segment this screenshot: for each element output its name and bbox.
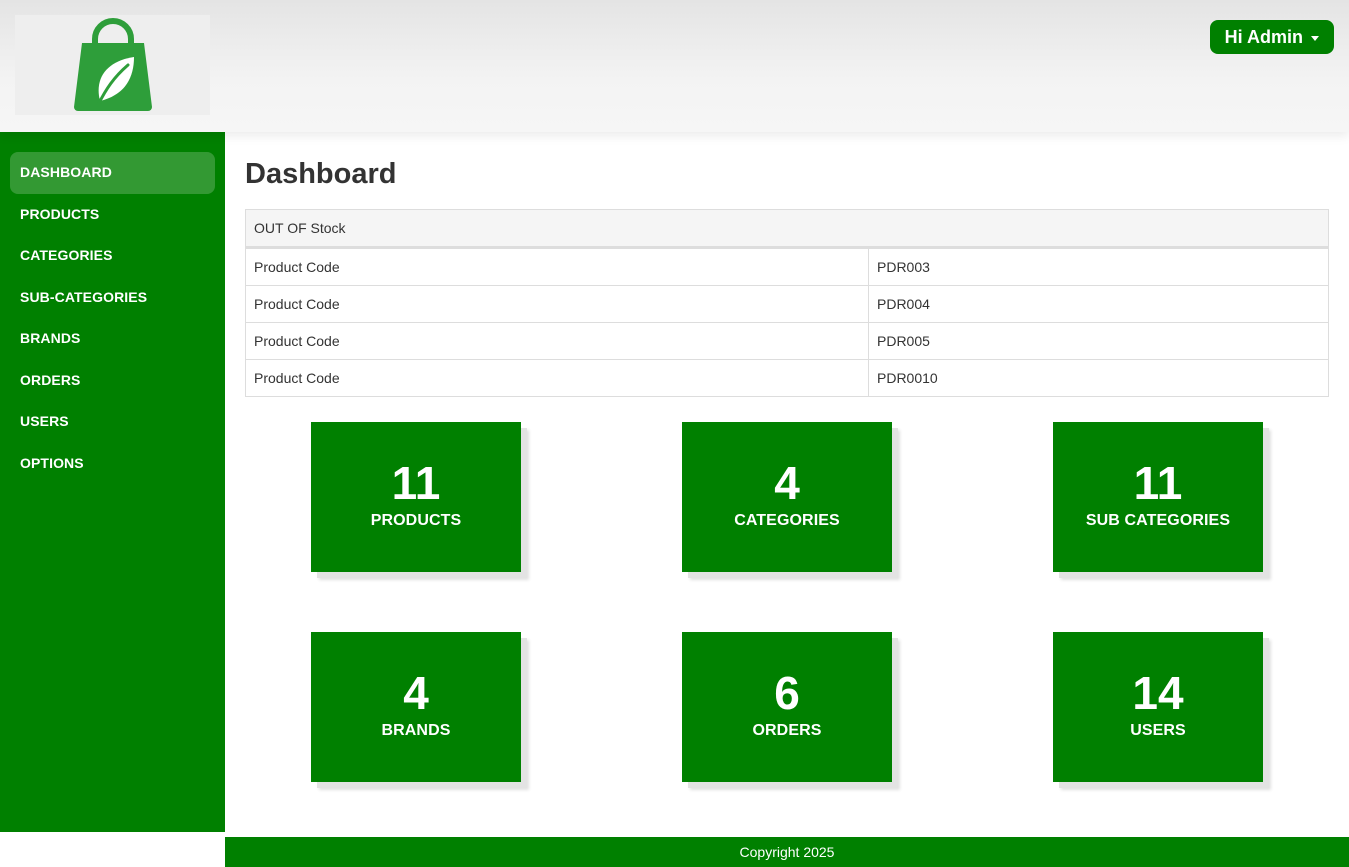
caret-down-icon: [1311, 35, 1319, 41]
user-menu-button[interactable]: Hi Admin: [1209, 20, 1334, 54]
orders-count-card[interactable]: 6 ORDERS: [682, 632, 892, 782]
sidebar-item-users[interactable]: USERS: [10, 401, 215, 443]
card-count: 4: [774, 457, 800, 509]
row-label: Product Code: [246, 360, 869, 396]
row-label: Product Code: [246, 323, 869, 359]
footer: Copyright 2025: [225, 837, 1349, 867]
card-label: SUB CATEGORIES: [1085, 512, 1231, 529]
card-label: BRANDS: [381, 722, 451, 739]
page-title: Dashboard: [245, 158, 397, 190]
card-label: PRODUCTS: [370, 512, 462, 529]
out-of-stock-table: OUT OF Stock Product Code PDR003 Product…: [245, 209, 1329, 397]
sidebar-item-dashboard[interactable]: DASHBOARD: [10, 152, 215, 194]
sidebar-item-orders[interactable]: ORDERS: [10, 360, 215, 402]
card-count: 4: [403, 667, 429, 719]
sidebar-item-options[interactable]: OPTIONS: [10, 443, 215, 485]
card-label: CATEGORIES: [734, 512, 840, 529]
user-menu-label: Hi Admin: [1224, 26, 1303, 47]
product-code-value: PDR005: [877, 333, 930, 349]
shopping-bag-leaf-icon: [73, 18, 152, 111]
sidebar-item-products[interactable]: PRODUCTS: [10, 194, 215, 236]
main-content: Dashboard OUT OF Stock Product Code PDR0…: [245, 132, 1329, 397]
logo[interactable]: [15, 15, 210, 115]
row-label: Product Code: [246, 249, 869, 285]
table-row: Product Code PDR005: [246, 322, 1328, 359]
sidebar-item-categories[interactable]: CATEGORIES: [10, 235, 215, 277]
card-label: USERS: [1130, 722, 1186, 739]
product-code-value: PDR003: [877, 259, 930, 275]
table-row: Product Code PDR003: [246, 248, 1328, 285]
card-count: 11: [1133, 457, 1183, 509]
product-code-value: PDR0010: [877, 370, 938, 386]
card-count: 6: [774, 667, 800, 719]
table-heading: OUT OF Stock: [246, 210, 1328, 248]
header: Hi Admin: [0, 0, 1349, 132]
table-row: Product Code PDR0010: [246, 359, 1328, 396]
products-count-card[interactable]: 11 PRODUCTS: [311, 422, 521, 572]
users-count-card[interactable]: 14 USERS: [1053, 632, 1263, 782]
card-count: 11: [391, 457, 441, 509]
brands-count-card[interactable]: 4 BRANDS: [311, 632, 521, 782]
product-code-value: PDR004: [877, 296, 930, 312]
copyright-text: Copyright 2025: [739, 844, 835, 860]
row-label: Product Code: [246, 286, 869, 322]
sidebar-item-sub-categories[interactable]: SUB-CATEGORIES: [10, 277, 215, 319]
table-row: Product Code PDR004: [246, 285, 1328, 322]
categories-count-card[interactable]: 4 CATEGORIES: [682, 422, 892, 572]
sub-categories-count-card[interactable]: 11 SUB CATEGORIES: [1053, 422, 1263, 572]
card-count: 14: [1132, 667, 1184, 719]
card-label: ORDERS: [752, 722, 822, 739]
sidebar-item-brands[interactable]: BRANDS: [10, 318, 215, 360]
sidebar: DASHBOARD PRODUCTS CATEGORIES SUB-CATEGO…: [0, 132, 225, 832]
